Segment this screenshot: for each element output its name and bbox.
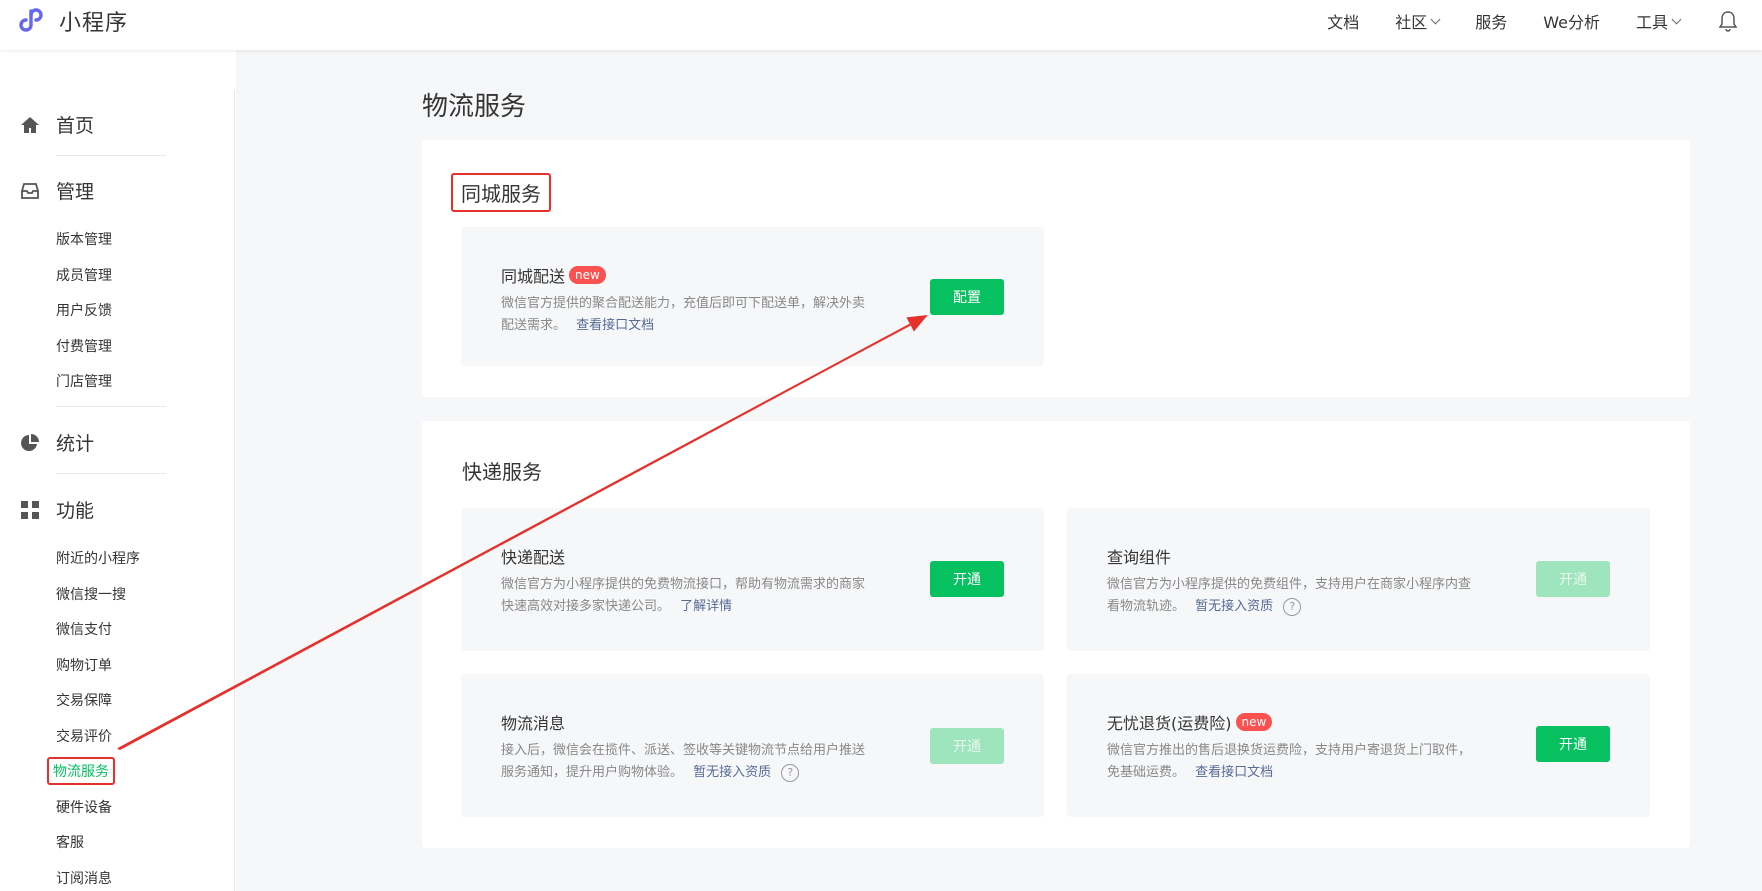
sidebar-divider-line [56,155,166,156]
logistics-message-desc-text: 接入后，微信会在揽件、派送、签收等关键物流节点给用户推送服务通知，提升用户购物体… [501,743,866,780]
express-delivery-title-text: 快递配送 [501,548,566,567]
tracking-component-desc: 微信官方为小程序提供的免费组件，支持用户在商家小程序内查看物流轨迹。 暂无接入资… [1107,574,1477,618]
city-delivery-title: 同城配送 new [501,263,606,287]
return-insurance-title-text: 无忧退货(运费险) [1107,714,1232,733]
tracking-component-open-button: 开通 [1536,561,1610,597]
chevron-down-icon [1671,14,1682,24]
sidebar-item-payment-manage[interactable]: 付费管理 [56,336,112,356]
nav-services[interactable]: 服务 [1475,9,1507,33]
question-icon[interactable]: ? [781,763,800,782]
nav-tools-label: 工具 [1635,13,1668,32]
sidebar-divider-line [56,473,166,474]
express-delivery-desc: 微信官方为小程序提供的免费物流接口，帮助有物流需求的商家快速高效对接多家快递公司… [501,574,871,618]
bell-icon[interactable] [1718,10,1738,32]
logistics-message-card: 物流消息 接入后，微信会在揽件、派送、签收等关键物流节点给用户推送服务通知，提升… [461,674,1044,817]
nav-docs-label: 文档 [1327,13,1360,32]
sidebar-stats-label: 统计 [56,433,95,455]
city-delivery-title-text: 同城配送 [501,267,566,286]
sidebar-item-version[interactable]: 版本管理 [56,229,112,249]
new-badge: new [569,266,606,284]
top-nav: 文档 社区 服务 We分析 工具 [1291,0,1738,42]
nav-community-label: 社区 [1395,13,1428,32]
express-delivery-title: 快递配送 [501,544,565,568]
sidebar-item-customer-service[interactable]: 客服 [56,832,84,852]
mini-program-logo-icon [19,8,43,32]
nav-community[interactable]: 社区 [1395,9,1441,33]
sidebar-stats[interactable]: 统计 [20,429,94,456]
express-service-panel: 快递服务 快递配送 微信官方为小程序提供的免费物流接口，帮助有物流需求的商家快速… [422,421,1690,848]
grid-icon [21,500,39,519]
sidebar-manage-label: 管理 [56,181,95,203]
sidebar-item-shopping-orders[interactable]: 购物订单 [56,655,112,675]
city-delivery-config-button[interactable]: 配置 [930,279,1004,315]
sidebar-divider-line [56,406,166,407]
city-delivery-card: 同城配送 new 微信官方提供的聚合配送能力，充值后即可下配送单，解决外卖配送需… [461,227,1044,366]
sidebar-home[interactable]: 首页 [20,111,94,138]
return-insurance-title: 无忧退货(运费险) new [1107,710,1273,734]
pie-chart-icon [21,433,39,451]
nav-tools[interactable]: 工具 [1635,9,1682,33]
app-name: 小程序 [59,11,129,36]
question-icon[interactable]: ? [1283,597,1302,616]
city-delivery-doc-link[interactable]: 查看接口文档 [576,318,654,333]
sidebar-features[interactable]: 功能 [20,496,94,523]
sidebar-item-logistics[interactable]: 物流服务 [47,757,115,785]
city-delivery-desc: 微信官方提供的聚合配送能力，充值后即可下配送单，解决外卖配送需求。 查看接口文档 [501,293,871,337]
chevron-down-icon [1430,14,1441,24]
return-insurance-desc-text: 微信官方推出的售后退换货运费险，支持用户寄退货上门取件，免基础运费。 [1107,743,1472,780]
city-service-panel: 同城服务 同城配送 new 微信官方提供的聚合配送能力，充值后即可下配送单，解决… [422,140,1690,397]
sidebar-item-feedback[interactable]: 用户反馈 [56,300,112,320]
sidebar-item-wechat-pay[interactable]: 微信支付 [56,619,112,639]
sidebar-home-label: 首页 [56,115,95,137]
inbox-icon [21,182,39,199]
sidebar-item-members[interactable]: 成员管理 [56,265,112,285]
tracking-component-title-text: 查询组件 [1107,548,1172,567]
express-service-title: 快递服务 [462,460,542,484]
nav-services-label: 服务 [1475,13,1508,32]
home-icon [21,116,39,133]
app-logo[interactable]: 小程序 [19,5,128,37]
return-insurance-open-button[interactable]: 开通 [1536,726,1610,762]
logistics-message-title-text: 物流消息 [501,714,566,733]
logistics-message-no-qualification-link[interactable]: 暂无接入资质 [693,765,771,780]
logistics-message-desc: 接入后，微信会在揽件、派送、签收等关键物流节点给用户推送服务通知，提升用户购物体… [501,740,871,784]
sidebar-manage[interactable]: 管理 [20,177,94,204]
city-delivery-desc-text: 微信官方提供的聚合配送能力，充值后即可下配送单，解决外卖配送需求。 [501,296,866,333]
sidebar-item-nearby[interactable]: 附近的小程序 [56,548,140,568]
page-title: 物流服务 [422,92,527,122]
sidebar-features-label: 功能 [56,500,95,522]
return-insurance-card: 无忧退货(运费险) new 微信官方推出的售后退换货运费险，支持用户寄退货上门取… [1067,674,1650,817]
sidebar-divider [234,90,235,891]
sidebar-item-search[interactable]: 微信搜一搜 [56,584,126,604]
return-insurance-desc: 微信官方推出的售后退换货运费险，支持用户寄退货上门取件，免基础运费。 查看接口文… [1107,740,1477,784]
express-delivery-open-button[interactable]: 开通 [930,561,1004,597]
nav-we-analytics-label: We分析 [1543,13,1600,32]
city-service-title: 同城服务 [451,173,551,212]
sidebar-item-trade-review[interactable]: 交易评价 [56,726,112,746]
express-delivery-card: 快递配送 微信官方为小程序提供的免费物流接口，帮助有物流需求的商家快速高效对接多… [461,508,1044,651]
nav-we-analytics[interactable]: We分析 [1543,9,1600,33]
nav-docs[interactable]: 文档 [1327,9,1359,33]
logistics-message-open-button: 开通 [930,728,1004,764]
tracking-component-no-qualification-link[interactable]: 暂无接入资质 [1195,599,1273,614]
logistics-message-title: 物流消息 [501,710,565,734]
new-badge: new [1235,713,1273,731]
sidebar-item-hardware[interactable]: 硬件设备 [56,797,112,817]
sidebar-item-trade-guarantee[interactable]: 交易保障 [56,690,112,710]
sidebar-item-subscribe-msg[interactable]: 订阅消息 [56,868,112,888]
express-delivery-detail-link[interactable]: 了解详情 [680,599,732,614]
tracking-component-title: 查询组件 [1107,544,1171,568]
top-header: 小程序 文档 社区 服务 We分析 工具 [0,0,1762,50]
tracking-component-card: 查询组件 微信官方为小程序提供的免费组件，支持用户在商家小程序内查看物流轨迹。 … [1067,508,1650,651]
return-insurance-doc-link[interactable]: 查看接口文档 [1195,765,1273,780]
sidebar-item-store[interactable]: 门店管理 [56,371,112,391]
